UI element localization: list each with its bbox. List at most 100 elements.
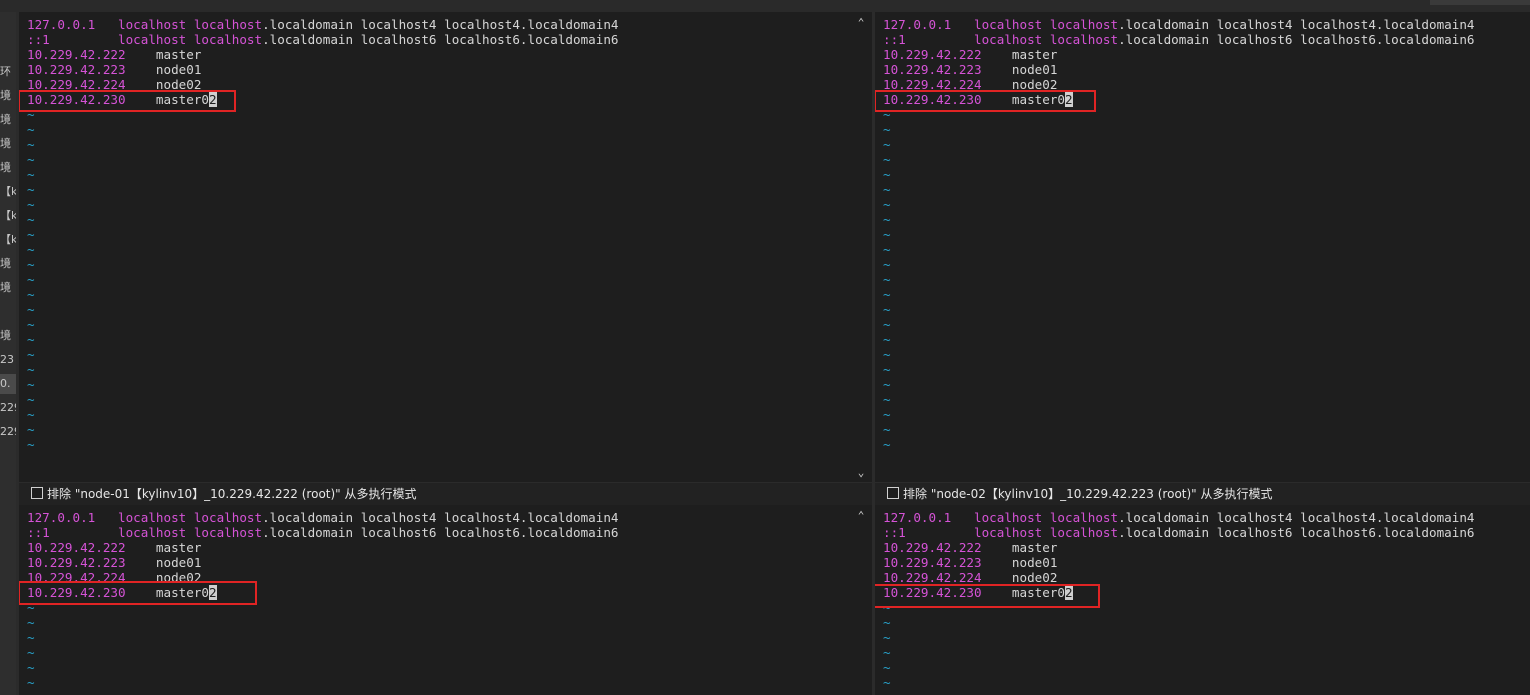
- host-names: master: [1011, 540, 1058, 555]
- terminal-pane-top-left[interactable]: 127.0.0.1 localhost localhost.localdomai…: [19, 12, 872, 482]
- ip-address: 127.0.0.1: [27, 510, 96, 525]
- sidebar-item[interactable]: 229: [0, 422, 16, 442]
- empty-line-tilde: ~: [883, 422, 891, 437]
- sidebar-item[interactable]: 境: [0, 254, 16, 274]
- sidebar-item[interactable]: 【k: [0, 230, 16, 250]
- empty-line-tilde: ~: [883, 407, 891, 422]
- host-names: master: [155, 540, 202, 555]
- session-sidebar: 环境境境境【k【k【k境境境230.229229: [0, 12, 16, 695]
- empty-line-tilde: ~: [883, 152, 891, 167]
- checkbox-icon[interactable]: [31, 487, 43, 499]
- host-names: master: [155, 47, 202, 62]
- terminal-line: ::1 localhost localhost.localdomain loca…: [883, 525, 1475, 540]
- host-names: localhost localhost.localdomain localhos…: [118, 32, 619, 47]
- empty-line-tilde: ~: [27, 137, 35, 152]
- ip-address: ::1: [27, 32, 50, 47]
- chevron-up-icon[interactable]: ⌃: [855, 16, 867, 29]
- empty-line-tilde: ~: [27, 615, 35, 630]
- empty-line-tilde: ~: [27, 197, 35, 212]
- sidebar-item[interactable]: 0.: [0, 374, 16, 394]
- terminal-line: 127.0.0.1 localhost localhost.localdomai…: [27, 17, 619, 32]
- top-bar-block: [1430, 0, 1530, 5]
- empty-line-tilde: ~: [883, 302, 891, 317]
- sidebar-item[interactable]: 环: [0, 62, 16, 82]
- sidebar-item[interactable]: 境: [0, 110, 16, 130]
- terminal-line: 10.229.42.223 node01: [27, 555, 619, 570]
- ip-address: ::1: [883, 525, 906, 540]
- highlight-box: [19, 581, 257, 605]
- empty-line-tilde: ~: [883, 392, 891, 407]
- ip-address: 127.0.0.1: [883, 17, 952, 32]
- empty-line-tilde: ~: [883, 332, 891, 347]
- empty-line-tilde: ~: [27, 212, 35, 227]
- ip-address: 10.229.42.222: [883, 540, 982, 555]
- ip-address: 10.229.42.223: [883, 62, 982, 77]
- ip-address: 127.0.0.1: [883, 510, 952, 525]
- host-names: localhost localhost.localdomain localhos…: [118, 510, 619, 525]
- empty-line-tilde: ~: [27, 287, 35, 302]
- empty-line-tilde: ~: [27, 630, 35, 645]
- chevron-down-icon[interactable]: ⌄: [855, 466, 867, 479]
- terminal-line: ::1 localhost localhost.localdomain loca…: [27, 525, 619, 540]
- empty-line-tilde: ~: [27, 392, 35, 407]
- empty-line-tilde: ~: [883, 615, 891, 630]
- empty-line-tilde: ~: [883, 122, 891, 137]
- empty-line-tilde: ~: [883, 137, 891, 152]
- sidebar-item[interactable]: 23: [0, 350, 16, 370]
- empty-line-tilde: ~: [883, 182, 891, 197]
- terminal-pane-bottom-left[interactable]: 127.0.0.1 localhost localhost.localdomai…: [19, 505, 872, 695]
- highlight-box: [875, 90, 1096, 112]
- ip-address: 127.0.0.1: [27, 17, 96, 32]
- empty-line-tilde: ~: [883, 197, 891, 212]
- terminal-line: 10.229.42.222 master: [883, 47, 1475, 62]
- ip-address: 10.229.42.222: [27, 47, 126, 62]
- sidebar-item[interactable]: 境: [0, 158, 16, 178]
- empty-line-tilde: ~: [883, 317, 891, 332]
- sidebar-item[interactable]: 【k: [0, 182, 16, 202]
- host-names: node02: [1011, 570, 1058, 585]
- chevron-up-icon[interactable]: ⌃: [855, 509, 867, 522]
- terminal-line: 10.229.42.222 master: [27, 47, 619, 62]
- multi-exec-status-right[interactable]: 排除 "node-02【kylinv10】_10.229.42.223 (roo…: [875, 483, 1530, 505]
- empty-line-tilde: ~: [27, 302, 35, 317]
- host-names: localhost localhost.localdomain localhos…: [118, 17, 619, 32]
- host-names: localhost localhost.localdomain localhos…: [974, 525, 1475, 540]
- empty-line-tilde: ~: [27, 257, 35, 272]
- terminal-line: 10.229.42.223 node01: [27, 62, 619, 77]
- empty-line-tilde: ~: [883, 212, 891, 227]
- empty-line-tilde: ~: [27, 182, 35, 197]
- sidebar-item[interactable]: 境: [0, 326, 16, 346]
- ip-address: 10.229.42.222: [27, 540, 126, 555]
- empty-line-tilde: ~: [27, 377, 35, 392]
- sidebar-item[interactable]: 境: [0, 86, 16, 106]
- empty-line-tilde: ~: [27, 422, 35, 437]
- host-names: node01: [155, 62, 202, 77]
- empty-line-tilde: ~: [27, 645, 35, 660]
- empty-line-tilde: ~: [27, 152, 35, 167]
- host-names: localhost localhost.localdomain localhos…: [974, 32, 1475, 47]
- terminal-line: 10.229.42.223 node01: [883, 555, 1475, 570]
- ip-address: 10.229.42.223: [883, 555, 982, 570]
- empty-line-tilde: ~: [883, 257, 891, 272]
- sidebar-item[interactable]: 境: [0, 278, 16, 298]
- ip-address: 10.229.42.223: [27, 555, 126, 570]
- checkbox-icon[interactable]: [887, 487, 899, 499]
- ip-address: 10.229.42.222: [883, 47, 982, 62]
- terminal-line: 10.229.42.224 node02: [883, 570, 1475, 585]
- sidebar-item[interactable]: 229: [0, 398, 16, 418]
- terminal-pane-top-right[interactable]: 127.0.0.1 localhost localhost.localdomai…: [875, 12, 1530, 482]
- empty-line-tilde: ~: [27, 317, 35, 332]
- empty-line-tilde: ~: [27, 407, 35, 422]
- terminal-pane-bottom-right[interactable]: 127.0.0.1 localhost localhost.localdomai…: [875, 505, 1530, 695]
- empty-line-tilde: ~: [27, 122, 35, 137]
- terminal-line: 127.0.0.1 localhost localhost.localdomai…: [883, 510, 1475, 525]
- terminal-line: 127.0.0.1 localhost localhost.localdomai…: [27, 510, 619, 525]
- empty-line-tilde: ~: [883, 660, 891, 675]
- host-names: node01: [1011, 555, 1058, 570]
- highlight-box: [19, 90, 236, 112]
- sidebar-item[interactable]: 【k: [0, 206, 16, 226]
- terminal-line: 127.0.0.1 localhost localhost.localdomai…: [883, 17, 1475, 32]
- multi-exec-status-left[interactable]: 排除 "node-01【kylinv10】_10.229.42.222 (roo…: [19, 483, 872, 505]
- highlight-box: [875, 584, 1100, 608]
- sidebar-item[interactable]: 境: [0, 134, 16, 154]
